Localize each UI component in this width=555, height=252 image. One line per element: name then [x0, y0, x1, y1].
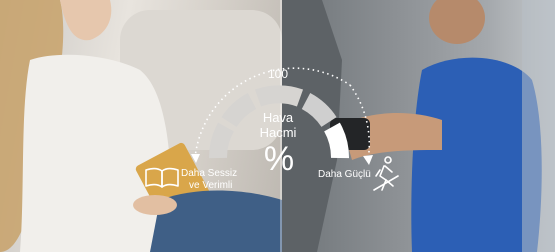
percent-symbol: %: [263, 140, 295, 178]
gauge-title-line1: Hava: [262, 110, 294, 125]
gauge-segment-2: [221, 93, 257, 128]
open-book-icon: [145, 167, 179, 188]
gauge-title: Hava Hacmi: [250, 110, 306, 140]
quiet-label-line2: ve Verimli: [189, 180, 233, 191]
gauge-segment-1: [209, 122, 235, 159]
quiet-label-line1: Daha Sessiz: [181, 168, 238, 179]
gauge-segment-5: [323, 122, 349, 159]
quiet-efficient-label: Daha Sessiz ve Verimli: [181, 168, 237, 192]
gauge-dotted-arc-right: [349, 84, 371, 161]
gauge-segment-4: [301, 93, 337, 128]
gauge-title-line2: Hacmi: [259, 125, 297, 140]
more-powerful-label: Daha Güçlü: [318, 169, 371, 180]
gauge-segment-3: [254, 85, 304, 107]
arrow-down-right-icon: [363, 155, 373, 165]
gauge-max-label: 100: [268, 67, 289, 81]
arrow-down-left-icon: [191, 154, 200, 163]
running-person-icon: [373, 156, 399, 191]
